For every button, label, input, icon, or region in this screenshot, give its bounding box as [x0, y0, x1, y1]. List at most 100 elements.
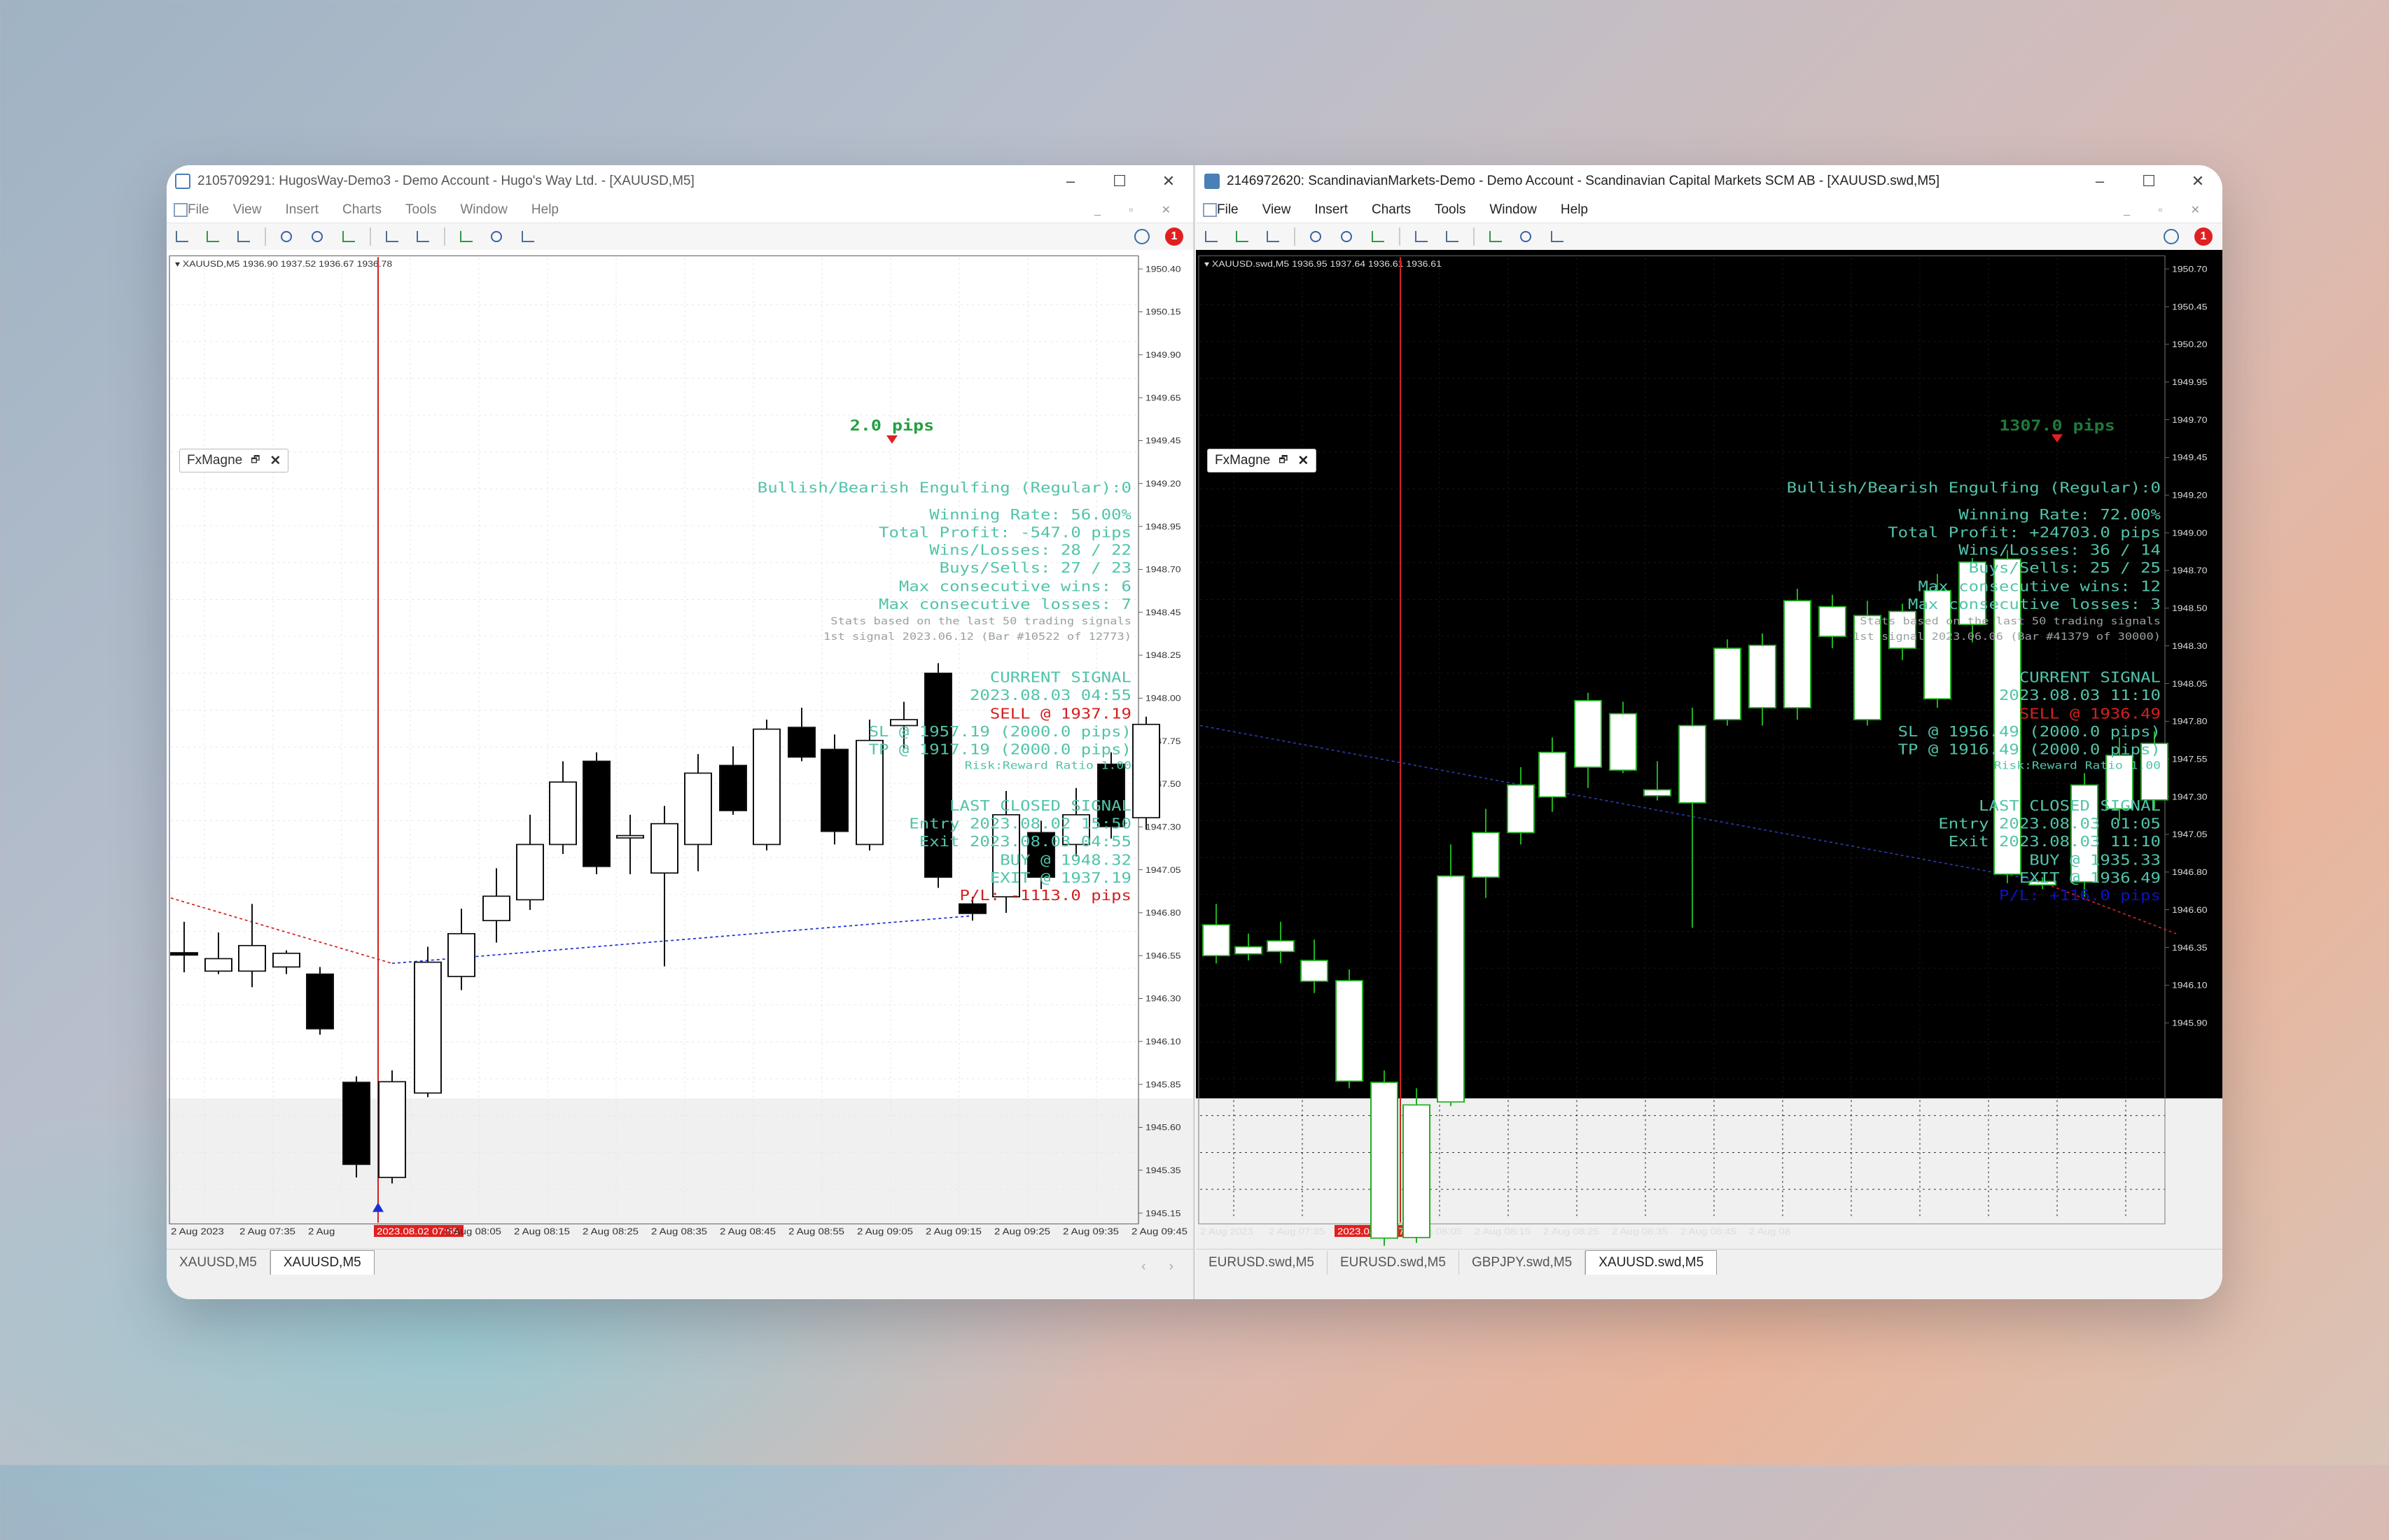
- tab-xauusd-1[interactable]: XAUUSD,M5: [167, 1251, 270, 1275]
- tab-xauusd-2[interactable]: XAUUSD,M5: [270, 1250, 375, 1275]
- autoscroll-icon[interactable]: [381, 227, 403, 246]
- indicators-icon[interactable]: [1484, 227, 1507, 246]
- chart-tabs: XAUUSD,M5 XAUUSD,M5 ‹ ›: [167, 1249, 1193, 1275]
- candle-body: [1783, 600, 1811, 708]
- candle-body: [650, 822, 678, 874]
- chart-shift-icon[interactable]: [412, 227, 434, 246]
- menu-window[interactable]: Window: [460, 202, 508, 218]
- zoom-out-icon[interactable]: [1336, 227, 1358, 246]
- zoom-in-icon[interactable]: [1305, 227, 1328, 246]
- tab-gbpjpy[interactable]: GBPJPY.swd,M5: [1459, 1251, 1586, 1275]
- candlestick-icon[interactable]: [1231, 227, 1253, 246]
- menu-view[interactable]: View: [1262, 202, 1291, 218]
- window-titlebar[interactable]: 2105709291: HugosWay-Demo3 - Demo Accoun…: [167, 165, 1193, 197]
- periods-icon[interactable]: [486, 227, 508, 246]
- time-tick-label: 2 Aug 08:45: [1680, 1226, 1736, 1237]
- menu-insert[interactable]: Insert: [285, 202, 319, 218]
- candle-body: [959, 903, 987, 914]
- chart-area[interactable]: ▾ XAUUSD,M5 1936.90 1937.52 1936.67 1936…: [167, 250, 1193, 1299]
- stat-pattern: Bullish/Bearish Engulfing (Regular):0: [1787, 479, 2161, 496]
- close-icon[interactable]: ✕: [1144, 172, 1193, 190]
- menu-help[interactable]: Help: [1561, 202, 1588, 218]
- maximize-icon[interactable]: ☐: [1095, 172, 1144, 190]
- last-signal-buy: BUY @ 1948.32: [1000, 852, 1131, 869]
- restore-icon[interactable]: 🗗: [251, 452, 260, 469]
- tab-xauusd[interactable]: XAUUSD.swd,M5: [1585, 1250, 1718, 1275]
- price-tick-label: 1948.95: [1145, 522, 1181, 531]
- time-tick-label: 2 Aug 08:15: [514, 1226, 570, 1237]
- time-tick-label: 2 Aug 08:35: [1612, 1226, 1668, 1237]
- price-tick-label: 1949.95: [2172, 377, 2208, 387]
- tile-windows-icon[interactable]: [1367, 227, 1389, 246]
- chart-shift-icon[interactable]: [1441, 227, 1463, 246]
- search-icon[interactable]: [2164, 229, 2179, 244]
- price-tick-label: 1946.30: [1145, 994, 1181, 1004]
- chart-tabs: EURUSD.swd,M5 EURUSD.swd,M5 GBPJPY.swd,M…: [1196, 1249, 2222, 1275]
- minimize-icon[interactable]: –: [1046, 172, 1095, 190]
- candle-body: [719, 764, 747, 811]
- restore-icon[interactable]: 🗗: [1279, 452, 1288, 469]
- templates-icon[interactable]: [1546, 227, 1568, 246]
- search-icon[interactable]: [1134, 229, 1150, 244]
- price-tick-label: 1950.15: [1145, 307, 1181, 317]
- menu-view[interactable]: View: [233, 202, 262, 218]
- chart-area[interactable]: ▾ XAUUSD.swd,M5 1936.95 1937.64 1936.61 …: [1196, 250, 2222, 1299]
- price-tick-label: 1948.05: [2172, 679, 2208, 689]
- periods-icon[interactable]: [1515, 227, 1538, 246]
- tab-eurusd-2[interactable]: EURUSD.swd,M5: [1328, 1251, 1459, 1275]
- templates-icon[interactable]: [517, 227, 539, 246]
- line-chart-icon[interactable]: [1262, 227, 1284, 246]
- price-tick-label: 1949.65: [1145, 393, 1181, 402]
- zoom-out-icon[interactable]: [307, 227, 329, 246]
- maximize-icon[interactable]: ☐: [2124, 172, 2173, 190]
- menu-help[interactable]: Help: [531, 202, 559, 218]
- price-chart[interactable]: ▾ XAUUSD.swd,M5 1936.95 1937.64 1936.61 …: [1196, 250, 2222, 1249]
- minimize-icon[interactable]: –: [2075, 172, 2124, 190]
- line-chart-icon[interactable]: [232, 227, 255, 246]
- price-tick-label: 1948.50: [2172, 603, 2208, 613]
- close-icon[interactable]: ✕: [2173, 172, 2222, 190]
- tile-windows-icon[interactable]: [337, 227, 360, 246]
- last-signal-heading: LAST CLOSED SIGNAL: [1979, 798, 2161, 815]
- time-tick-label: 2 Aug 07:35: [1269, 1226, 1325, 1237]
- tab-scroll-arrows[interactable]: ‹ ›: [1141, 1259, 1183, 1275]
- current-signal-rr: Risk:Reward Ratio 1.00: [965, 760, 1131, 771]
- indicators-icon[interactable]: [455, 227, 478, 246]
- menu-tools[interactable]: Tools: [1435, 202, 1465, 218]
- menu-window[interactable]: Window: [1489, 202, 1537, 218]
- menu-tools[interactable]: Tools: [405, 202, 436, 218]
- bar-chart-icon[interactable]: [1200, 227, 1223, 246]
- mdi-controls[interactable]: _ ▫ ✕: [2124, 203, 2213, 217]
- candle-body: [1574, 699, 1602, 768]
- candle-body: [1402, 1104, 1430, 1238]
- mdi-controls[interactable]: _ ▫ ✕: [1094, 203, 1183, 217]
- close-panel-icon[interactable]: ✕: [270, 453, 281, 469]
- stat-max-losses: Max consecutive losses: 7: [879, 596, 1131, 613]
- notification-badge[interactable]: 1: [2194, 227, 2213, 246]
- menu-charts[interactable]: Charts: [1372, 202, 1411, 218]
- price-tick-label: 1950.40: [1145, 264, 1181, 274]
- time-tick-label: 2 Aug 08: [1749, 1226, 1790, 1237]
- zoom-in-icon[interactable]: [276, 227, 298, 246]
- stat-based-on: Stats based on the last 50 trading signa…: [1860, 615, 2161, 626]
- menu-file[interactable]: File: [188, 202, 209, 218]
- bar-chart-icon[interactable]: [171, 227, 193, 246]
- notification-badge[interactable]: 1: [1165, 227, 1183, 246]
- candle-body: [447, 932, 475, 977]
- price-tick-label: 1948.45: [1145, 608, 1181, 617]
- candlestick-icon[interactable]: [202, 227, 224, 246]
- close-panel-icon[interactable]: ✕: [1297, 453, 1309, 469]
- window-titlebar[interactable]: 2146972620: ScandinavianMarkets-Demo - D…: [1196, 165, 2222, 197]
- current-signal-time: 2023.08.03 11:10: [1999, 687, 2161, 704]
- fxmagne-panel[interactable]: FxMagne 🗗 ✕: [179, 449, 289, 472]
- toolbar-separator: [1399, 227, 1400, 246]
- menu-insert[interactable]: Insert: [1314, 202, 1348, 218]
- menu-charts[interactable]: Charts: [342, 202, 382, 218]
- autoscroll-icon[interactable]: [1410, 227, 1433, 246]
- fxmagne-panel[interactable]: FxMagne 🗗 ✕: [1207, 449, 1317, 472]
- chart-toolbar: 1: [167, 223, 1193, 251]
- price-chart[interactable]: ▾ XAUUSD,M5 1936.90 1937.52 1936.67 1936…: [167, 250, 1193, 1249]
- tab-eurusd-1[interactable]: EURUSD.swd,M5: [1196, 1251, 1328, 1275]
- stat-based-on: Stats based on the last 50 trading signa…: [830, 615, 1131, 626]
- menu-file[interactable]: File: [1217, 202, 1239, 218]
